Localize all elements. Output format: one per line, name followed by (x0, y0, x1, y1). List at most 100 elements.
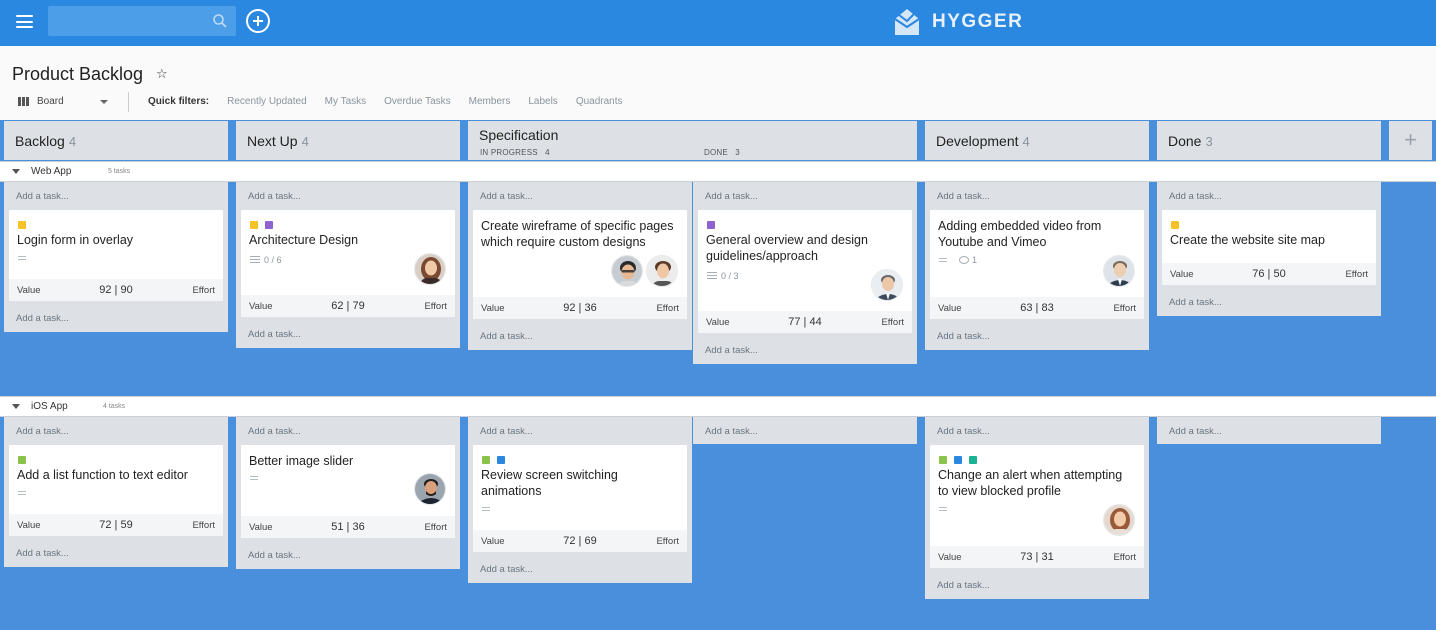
column-title: Next Up (247, 133, 298, 149)
add-task-link[interactable]: Add a task... (937, 426, 990, 437)
avatar[interactable] (611, 255, 643, 287)
avatar[interactable] (1103, 504, 1135, 536)
avatar[interactable] (414, 473, 446, 505)
column-header-done[interactable]: Done 3 (1157, 121, 1381, 160)
menu-icon[interactable] (16, 15, 33, 28)
task-card[interactable]: Better image slider Value 51 | 36 Effort (241, 445, 455, 538)
add-task-link[interactable]: Add a task... (480, 331, 533, 342)
column-count: 4 (68, 134, 77, 149)
checklist: 0 / 3 (707, 271, 739, 281)
collapse-icon[interactable] (12, 404, 20, 409)
avatar[interactable] (1103, 255, 1135, 287)
filter-recently-updated[interactable]: Recently Updated (227, 96, 307, 107)
card-footer: Value 76 | 50 Effort (1162, 263, 1376, 285)
swimlane-ios-app[interactable]: iOS App 4 tasks (0, 396, 1436, 417)
star-icon[interactable]: ☆ (156, 66, 168, 82)
task-card[interactable]: Login form in overlay Value 92 | 90 Effo… (9, 210, 223, 301)
column-title: Backlog (15, 133, 65, 149)
card-score: 63 | 83 (1020, 302, 1054, 314)
filter-overdue-tasks[interactable]: Overdue Tasks (384, 96, 451, 107)
card-labels (18, 221, 26, 229)
add-task-link[interactable]: Add a task... (248, 329, 301, 340)
task-card[interactable]: Add a list function to text editor Value… (9, 445, 223, 536)
column-body: Add a task... General overview and desig… (693, 182, 917, 364)
task-card[interactable]: General overview and design guidelines/ap… (698, 210, 912, 333)
add-task-link[interactable]: Add a task... (16, 426, 69, 437)
swimlane-task-count: 4 tasks (103, 403, 126, 410)
add-task-link[interactable]: Add a task... (937, 580, 990, 591)
card-title: Architecture Design (249, 233, 359, 247)
description-icon (939, 258, 947, 264)
card-title: Create wireframe of specific pages which … (481, 219, 674, 249)
subcolumn-in-progress: IN PROGRESS 4 (480, 148, 550, 157)
description-icon (250, 476, 258, 482)
column-body: Add a task... Better image slider Value … (236, 417, 460, 569)
checklist: 0 / 6 (250, 255, 282, 265)
task-card[interactable]: Review screen switching animations Value … (473, 445, 687, 552)
column-header-backlog[interactable]: Backlog 4 (4, 121, 228, 160)
add-task-link[interactable]: Add a task... (248, 191, 301, 202)
column-header-development[interactable]: Development 4 (925, 121, 1149, 160)
filter-labels[interactable]: Labels (528, 96, 557, 107)
add-task-link[interactable]: Add a task... (16, 548, 69, 559)
column-body: Add a task... (1157, 417, 1381, 444)
task-card[interactable]: Architecture Design 0 / 6 Value 62 | 79 … (241, 210, 455, 317)
search-icon[interactable] (212, 13, 228, 29)
page-header: Product Backlog ☆ Board Quick filters: R… (0, 46, 1436, 120)
add-task-link[interactable]: Add a task... (16, 191, 69, 202)
add-task-link[interactable]: Add a task... (937, 331, 990, 342)
add-task-link[interactable]: Add a task... (480, 564, 533, 575)
add-task-link[interactable]: Add a task... (480, 191, 533, 202)
swimlane-web-app[interactable]: Web App 5 tasks (0, 161, 1436, 182)
chevron-down-icon[interactable] (100, 100, 108, 104)
add-task-link[interactable]: Add a task... (248, 550, 301, 561)
column-body: Add a task... Review screen switching ani… (468, 417, 692, 583)
filter-quadrants[interactable]: Quadrants (576, 96, 623, 107)
column-body: Add a task... Create the website site ma… (1157, 182, 1381, 316)
add-task-link[interactable]: Add a task... (705, 191, 758, 202)
column-header-next-up[interactable]: Next Up 4 (236, 121, 460, 160)
card-labels (482, 456, 505, 464)
avatar[interactable] (871, 269, 903, 301)
filter-my-tasks[interactable]: My Tasks (325, 96, 367, 107)
hygger-logo[interactable]: HYGGER (893, 7, 1023, 37)
add-task-link[interactable]: Add a task... (1169, 191, 1222, 202)
add-task-link[interactable]: Add a task... (705, 345, 758, 356)
card-score: 62 | 79 (331, 300, 365, 312)
view-select[interactable]: Board (18, 96, 64, 107)
card-footer: Value 72 | 69 Effort (473, 530, 687, 552)
column-body: Add a task... Add a list function to tex… (4, 417, 228, 567)
card-labels (1171, 221, 1179, 229)
task-card[interactable]: Create the website site map Value 76 | 5… (1162, 210, 1376, 285)
card-footer: Value 77 | 44 Effort (698, 311, 912, 333)
add-icon[interactable] (246, 9, 270, 33)
add-task-link[interactable]: Add a task... (937, 191, 990, 202)
column-body: Add a task... (693, 417, 917, 444)
add-task-link[interactable]: Add a task... (705, 426, 758, 437)
card-title: General overview and design guidelines/ap… (706, 233, 868, 263)
add-task-link[interactable]: Add a task... (480, 426, 533, 437)
column-header-specification[interactable]: Specification IN PROGRESS 4 DONE 3 (468, 121, 917, 160)
add-task-link[interactable]: Add a task... (16, 313, 69, 324)
card-score: 76 | 50 (1252, 268, 1286, 280)
comment-icon (959, 256, 969, 264)
effort-label: Effort (656, 303, 679, 314)
add-task-link[interactable]: Add a task... (1169, 297, 1222, 308)
card-labels (939, 456, 977, 464)
task-card[interactable]: Adding embedded video from Youtube and Vi… (930, 210, 1144, 319)
avatar[interactable] (414, 253, 446, 285)
task-card[interactable]: Create wireframe of specific pages which … (473, 210, 687, 319)
column-body: Add a task... Architecture Design 0 / 6 … (236, 182, 460, 348)
task-card[interactable]: Change an alert when attempting to view b… (930, 445, 1144, 568)
filter-members[interactable]: Members (469, 96, 511, 107)
card-title: Review screen switching animations (481, 468, 618, 498)
quick-filters-label: Quick filters: (148, 96, 210, 107)
collapse-icon[interactable] (12, 169, 20, 174)
search-input[interactable] (48, 6, 236, 36)
add-task-link[interactable]: Add a task... (248, 426, 301, 437)
add-column-button[interactable]: + (1389, 121, 1432, 160)
top-bar: HYGGER (0, 0, 1436, 46)
avatar[interactable] (646, 255, 678, 287)
effort-label: Effort (424, 301, 447, 312)
add-task-link[interactable]: Add a task... (1169, 426, 1222, 437)
